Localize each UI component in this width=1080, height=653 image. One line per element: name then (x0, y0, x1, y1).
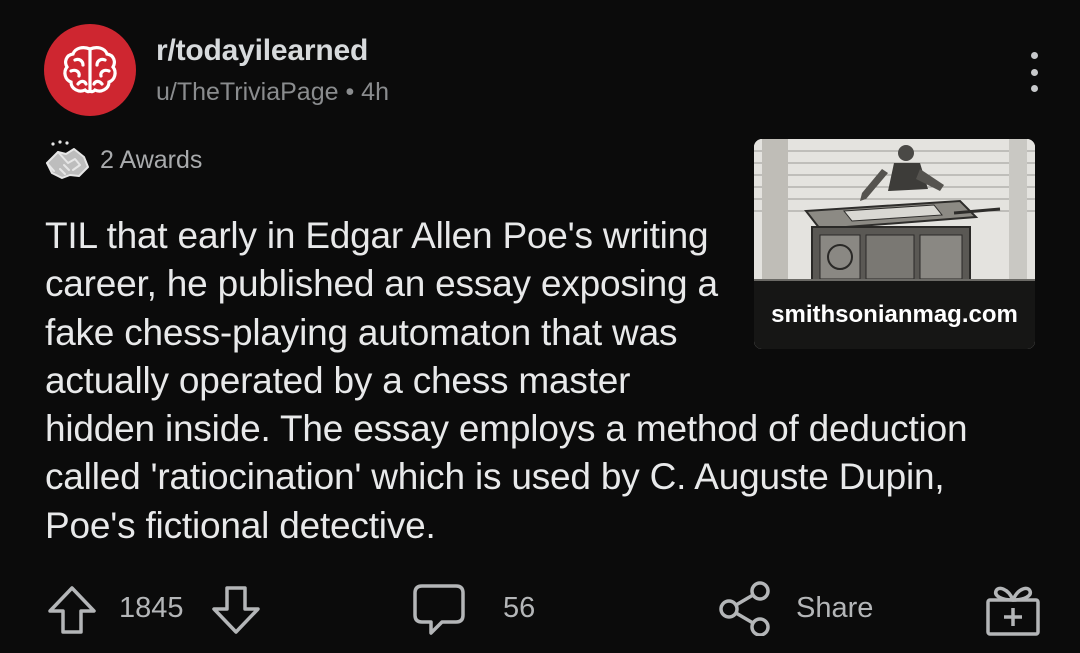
arrow-up-icon (48, 586, 96, 634)
comment-count: 56 (503, 592, 536, 624)
comment-bubble-icon (413, 584, 465, 635)
post-card: r/todayilearned u/TheTriviaPage • 4h 2 A… (0, 0, 1080, 653)
vote-count: 1845 (119, 592, 184, 624)
awards-row[interactable]: 2 Awards (44, 138, 202, 182)
share-icon (719, 581, 770, 636)
author-name[interactable]: u/TheTriviaPage (156, 78, 339, 106)
post-actions-bar: 1845 56 Share (0, 572, 1080, 644)
share-label[interactable]: Share (796, 592, 873, 625)
subreddit-name[interactable]: r/todayilearned (156, 34, 368, 68)
arrow-down-icon (212, 586, 260, 634)
awards-label: 2 Awards (100, 145, 203, 174)
more-vertical-icon (1030, 52, 1038, 59)
post-age: 4h (361, 78, 389, 106)
give-award-button[interactable] (984, 580, 1042, 638)
more-options-button[interactable] (1020, 52, 1048, 92)
subreddit-avatar[interactable] (44, 24, 136, 116)
brain-icon (63, 46, 117, 94)
gift-icon (986, 586, 1040, 636)
meta-separator: • (345, 78, 355, 106)
post-title[interactable]: TIL that early in Edgar Allen Poe's writ… (45, 212, 1035, 550)
post-meta: u/TheTriviaPage • 4h (156, 78, 389, 107)
share-button[interactable] (718, 580, 772, 636)
handshake-icon (46, 140, 89, 179)
upvote-button[interactable] (46, 584, 98, 636)
comments-button[interactable] (412, 582, 466, 638)
downvote-button[interactable] (210, 584, 262, 636)
title-spacer (737, 212, 1035, 357)
